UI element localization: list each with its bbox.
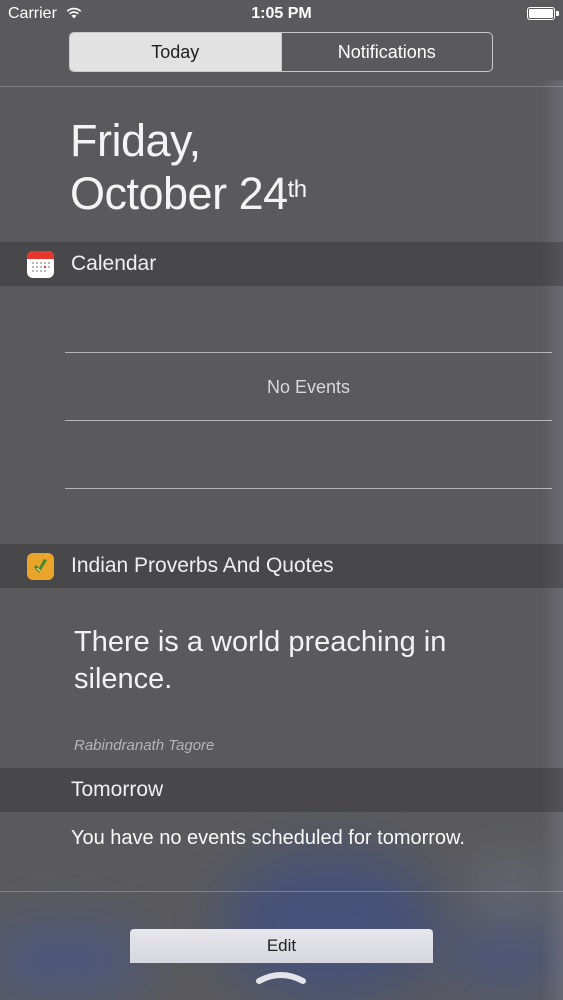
bottom-divider [0, 891, 563, 892]
calendar-widget-header[interactable]: Calendar [0, 242, 563, 286]
chevron-grabber-icon[interactable] [253, 963, 309, 987]
wallpaper-blob [0, 925, 150, 995]
status-time: 1:05 PM [251, 5, 312, 22]
calendar-divider-bottom [65, 488, 552, 489]
proverbs-widget-header[interactable]: Indian Proverbs And Quotes [0, 544, 563, 588]
date-heading: Friday, October 24th [70, 114, 307, 220]
wallpaper-blob [470, 860, 550, 920]
today-notifications-segmented-control: Today Notifications [69, 32, 493, 72]
date-weekday: Friday, [70, 115, 201, 166]
tomorrow-title: Tomorrow [71, 778, 164, 801]
proverbs-app-icon [27, 553, 54, 580]
calendar-widget-title: Calendar [71, 252, 157, 275]
date-ordinal: th [287, 176, 308, 203]
edit-button[interactable]: Edit [130, 929, 433, 963]
scroll-edge-shade [541, 80, 563, 1000]
quote-text: There is a world preaching in silence. [74, 626, 447, 695]
proverbs-widget-title: Indian Proverbs And Quotes [71, 554, 334, 577]
date-month-day-line: October 24th [70, 167, 307, 220]
tab-notifications[interactable]: Notifications [280, 33, 493, 71]
tab-today[interactable]: Today [70, 33, 281, 71]
tomorrow-summary: You have no events scheduled for tomorro… [71, 827, 465, 849]
date-month-day: October 24 [70, 168, 288, 219]
calendar-icon [27, 251, 54, 278]
header-divider [0, 86, 563, 87]
calendar-divider-middle [65, 420, 552, 421]
battery-icon [527, 7, 559, 20]
quote-author: Rabindranath Tagore [74, 737, 215, 754]
status-bar: Carrier 1:05 PM [0, 0, 563, 28]
no-events-label: No Events [266, 377, 351, 397]
calendar-divider-top [65, 352, 552, 353]
tomorrow-header: Tomorrow [0, 768, 563, 812]
